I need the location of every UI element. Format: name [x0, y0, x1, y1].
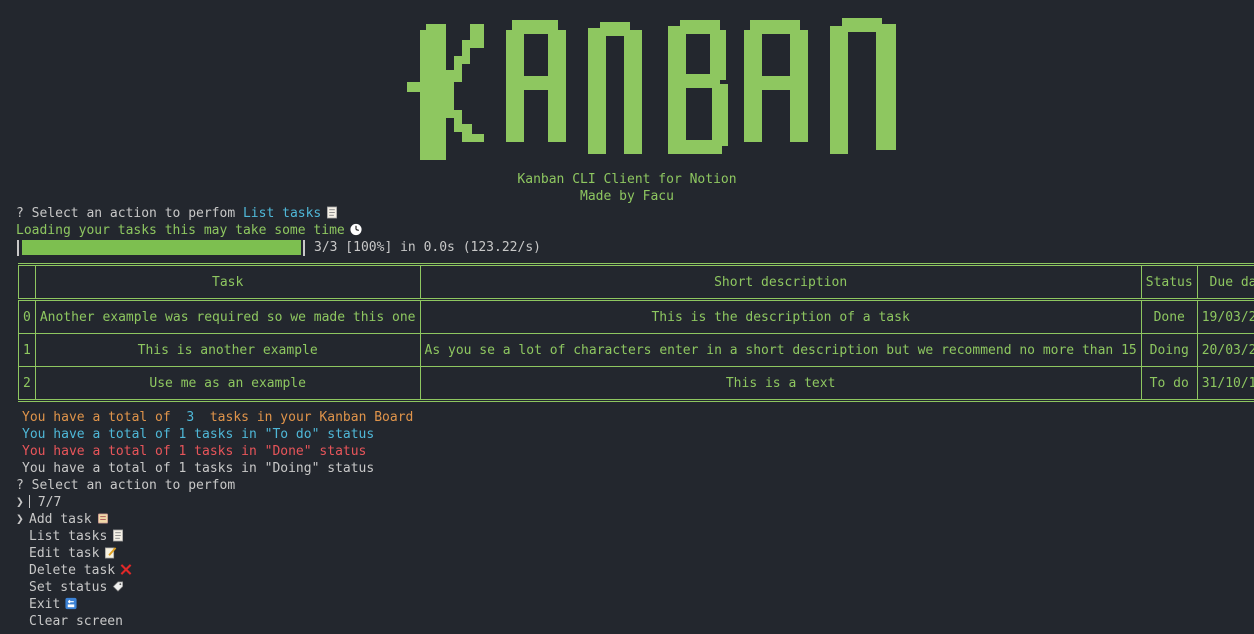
banner-letter-n2 — [830, 18, 896, 154]
menu-item-label: Add task — [29, 512, 92, 527]
cell-status: To do — [1140, 366, 1198, 402]
menu-item-add-task[interactable]: Add task — [29, 511, 110, 528]
header-index — [18, 264, 36, 301]
cell-task: Use me as an example — [34, 366, 421, 402]
prompt-text: Select an action to perfom — [31, 478, 236, 493]
subtitle-line-2: Made by Facu — [580, 189, 674, 204]
banner-letter-a — [506, 20, 566, 142]
progress-bar-right-edge — [303, 240, 305, 256]
cell-due-date: 20/03/2022 — [1196, 333, 1254, 367]
menu-item-label: Edit task — [29, 546, 100, 561]
cell-status: Done — [1140, 299, 1198, 334]
banner-letter-k — [407, 24, 484, 160]
summary-doing: You have a total of 1 tasks in "Doing" s… — [22, 461, 375, 476]
subtitle-line-1: Kanban CLI Client for Notion — [517, 172, 737, 187]
loading-line: Loading your tasks this may take some ti… — [16, 222, 363, 239]
header-status: Status — [1140, 264, 1198, 301]
question-mark: ? — [16, 206, 24, 221]
summary-total-number: 3 — [186, 410, 195, 425]
menu-item-label: Delete task — [29, 563, 116, 578]
summary-total: You have a total of 3 tasks in your Kanb… — [22, 409, 413, 426]
kanban-banner-logo — [407, 18, 896, 160]
progress-stats: 3/3 [100%] in 0.0s (123.22/s) — [314, 240, 541, 255]
menu-item-set-status[interactable]: Set status — [29, 579, 125, 596]
menu-item-clear-screen[interactable]: Clear screen — [29, 613, 123, 630]
memo-pencil-icon — [105, 547, 117, 559]
menu-item-exit[interactable]: Exit — [29, 596, 78, 613]
loading-text: Loading your tasks this may take some ti… — [16, 223, 345, 238]
page-icon — [113, 529, 124, 542]
cell-status: Doing — [1140, 333, 1198, 367]
banner-letter-a2 — [744, 20, 808, 142]
page-icon — [327, 206, 338, 219]
header-task: Task — [34, 264, 421, 301]
cell-index: 2 — [18, 366, 36, 402]
progress-bar-fill — [22, 240, 301, 255]
label-tag-icon — [113, 581, 124, 592]
pointer-icon: ❯ — [16, 495, 24, 510]
cell-due-date: 31/10/1998 — [1196, 366, 1254, 402]
prompt-line-2: ? Select an action to perfom — [16, 477, 235, 494]
text-cursor — [28, 495, 30, 508]
progress-bar-left-edge — [17, 240, 19, 256]
menu-item-edit-task[interactable]: Edit task — [29, 545, 117, 562]
summary-done: You have a total of 1 tasks in "Done" st… — [22, 444, 367, 459]
menu-item-label: List tasks — [29, 529, 108, 544]
table-header-row: Task Short description Status Due date — [18, 264, 1254, 301]
filter-count: 7/7 — [37, 495, 62, 510]
table-row: 1 This is another example As you se a lo… — [18, 333, 1254, 367]
cell-description: This is a text — [419, 366, 1142, 402]
cell-description: This is the description of a task — [419, 299, 1142, 334]
summary-total-post: tasks in your Kanban Board — [202, 410, 414, 425]
question-mark: ? — [16, 478, 24, 493]
banner-letter-n — [588, 22, 642, 154]
clock-icon — [350, 223, 362, 236]
cell-description: As you se a lot of characters enter in a… — [419, 333, 1142, 367]
menu-item-label: Set status — [29, 580, 108, 595]
header-short-description: Short description — [419, 264, 1142, 301]
cell-task: This is another example — [34, 333, 421, 367]
cell-index: 0 — [18, 299, 36, 334]
prompt-text: Select an action to perfom — [31, 206, 236, 221]
prompt-answer: List tasks — [242, 206, 322, 221]
banner-letter-b — [668, 20, 728, 154]
filter-line[interactable]: ❯ 7/7 — [16, 494, 61, 511]
end-arrow-icon — [65, 597, 77, 610]
summary-todo: You have a total of 1 tasks in "To do" s… — [22, 427, 375, 442]
table-row: 2 Use me as an example This is a text To… — [18, 366, 1254, 402]
tasks-table: Task Short description Status Due date 0… — [18, 263, 1254, 402]
cross-mark-icon — [120, 564, 132, 575]
menu-item-label: Exit — [29, 597, 61, 612]
summary-total-pre: You have a total of — [22, 410, 179, 425]
selected-pointer-icon: ❯ — [16, 512, 24, 527]
cell-index: 1 — [18, 333, 36, 367]
cell-due-date: 19/03/2022 — [1196, 299, 1254, 334]
scroll-icon — [97, 513, 108, 524]
cell-task: Another example was required so we made … — [34, 299, 421, 334]
menu-item-list-tasks[interactable]: List tasks — [29, 528, 125, 545]
table-row: 0 Another example was required so we mad… — [18, 299, 1254, 334]
prompt-line-1: ? Select an action to perfom List tasks — [16, 205, 339, 222]
header-due-date: Due date — [1196, 264, 1254, 301]
menu-item-delete-task[interactable]: Delete task — [29, 562, 133, 579]
